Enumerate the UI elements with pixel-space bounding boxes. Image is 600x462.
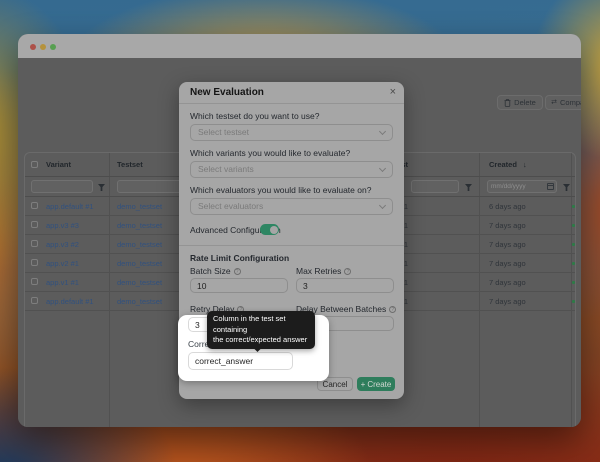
row-checkbox[interactable] xyxy=(31,221,38,228)
clipped-green-cell xyxy=(572,224,575,227)
variant-link[interactable]: app.default #1 xyxy=(46,197,94,216)
evaluators-select[interactable]: Select evaluators xyxy=(190,198,393,215)
variant-link[interactable]: app.v3 #3 xyxy=(46,216,79,235)
row-checkbox[interactable] xyxy=(31,259,38,266)
tooltip-line2: the correct/expected answer xyxy=(213,335,309,346)
clipped-green-cell xyxy=(572,262,575,265)
zoom-window-button[interactable] xyxy=(50,44,56,50)
delete-button[interactable]: Delete xyxy=(497,95,543,110)
filter-funnel-icon[interactable] xyxy=(465,184,472,191)
cancel-button-label: Cancel xyxy=(323,380,348,389)
filter-funnel-icon[interactable] xyxy=(563,184,570,191)
variant-link[interactable]: app.default #1 xyxy=(46,292,94,311)
created-cell: 7 days ago xyxy=(489,216,526,235)
created-cell: 7 days ago xyxy=(489,235,526,254)
question-circle-icon[interactable]: ? xyxy=(234,268,241,275)
desktop-wallpaper: Delete ⇄ Compare Variant Testset Total C… xyxy=(0,0,600,462)
testset-select[interactable]: Select testset xyxy=(190,124,393,141)
tour-spotlight: Correct Answer Column? Column in the tes… xyxy=(178,315,329,381)
clipped-green-cell xyxy=(572,281,575,284)
created-cell: 7 days ago xyxy=(489,273,526,292)
calendar-icon[interactable] xyxy=(547,183,554,190)
create-button-label: Create xyxy=(367,380,391,389)
variants-select-placeholder: Select variants xyxy=(198,162,254,177)
select-all-checkbox[interactable] xyxy=(31,161,38,168)
variants-select[interactable]: Select variants xyxy=(190,161,393,178)
testset-question-label: Which testset do you want to use? xyxy=(190,111,319,121)
close-icon[interactable]: × xyxy=(390,85,396,99)
testset-link[interactable]: demo_testset xyxy=(117,273,162,292)
row-checkbox[interactable] xyxy=(31,240,38,247)
tooltip-line1: Column in the test set containing xyxy=(213,314,309,335)
variants-question-label: Which variants you would like to evaluat… xyxy=(190,148,350,158)
divider xyxy=(179,103,404,104)
batch-size-label: Batch Size? xyxy=(190,266,241,276)
created-cell: 7 days ago xyxy=(489,254,526,273)
clipped-green-cell xyxy=(572,300,575,303)
row-checkbox[interactable] xyxy=(31,202,38,209)
testset-link[interactable]: demo_testset xyxy=(117,235,162,254)
compare-button[interactable]: ⇄ Compare xyxy=(545,95,581,110)
filter-funnel-icon[interactable] xyxy=(98,184,105,191)
correct-answer-column-input[interactable] xyxy=(188,352,293,370)
row-checkbox[interactable] xyxy=(31,278,38,285)
clipped-green-cell xyxy=(572,205,575,208)
testset-select-placeholder: Select testset xyxy=(198,125,249,140)
divider xyxy=(179,245,404,246)
minimize-window-button[interactable] xyxy=(40,44,46,50)
variant-column-header[interactable]: Variant xyxy=(46,153,71,177)
max-retries-label: Max Retries? xyxy=(296,266,351,276)
testset-column-header[interactable]: Testset xyxy=(117,153,143,177)
toggle-knob xyxy=(270,226,278,234)
create-button[interactable]: + Create xyxy=(357,377,395,391)
created-cell: 6 days ago xyxy=(489,197,526,216)
variant-link[interactable]: app.v2 #1 xyxy=(46,254,79,273)
question-circle-icon[interactable]: ? xyxy=(389,306,396,313)
variant-link[interactable]: app.v1 #1 xyxy=(46,273,79,292)
max-retries-input[interactable] xyxy=(296,278,394,293)
batch-size-input[interactable] xyxy=(190,278,288,293)
modal-title: New Evaluation xyxy=(190,82,264,103)
created-column-header[interactable]: Created xyxy=(489,153,517,177)
tooltip: Column in the test set containing the co… xyxy=(207,311,315,349)
compare-button-label: Compare xyxy=(560,98,581,107)
chevron-down-icon xyxy=(379,202,386,209)
close-window-button[interactable] xyxy=(30,44,36,50)
sort-descending-icon[interactable]: ↓ xyxy=(523,153,527,177)
variant-filter-input[interactable] xyxy=(31,180,93,193)
trash-icon xyxy=(504,99,511,107)
variant-link[interactable]: app.v3 #2 xyxy=(46,235,79,254)
testset-link[interactable]: demo_testset xyxy=(117,292,162,311)
evaluators-question-label: Which evaluators you would like to evalu… xyxy=(190,185,371,195)
compare-icon: ⇄ xyxy=(551,99,557,106)
question-circle-icon[interactable]: ? xyxy=(344,268,351,275)
plus-icon: + xyxy=(361,380,366,389)
testset-link[interactable]: demo_testset xyxy=(117,197,162,216)
delete-button-label: Delete xyxy=(514,98,536,107)
cost-filter-input[interactable] xyxy=(411,180,459,193)
created-cell: 7 days ago xyxy=(489,292,526,311)
chevron-down-icon xyxy=(379,128,386,135)
row-checkbox[interactable] xyxy=(31,297,38,304)
tooltip-arrow xyxy=(254,344,261,351)
testset-link[interactable]: demo_testset xyxy=(117,216,162,235)
clipped-green-cell xyxy=(572,243,575,246)
evaluators-select-placeholder: Select evaluators xyxy=(198,199,263,214)
chevron-down-icon xyxy=(379,165,386,172)
testset-link[interactable]: demo_testset xyxy=(117,254,162,273)
window-titlebar[interactable] xyxy=(18,34,581,58)
advanced-configuration-toggle[interactable] xyxy=(260,224,279,235)
rate-limit-title: Rate Limit Configuration xyxy=(190,253,289,263)
